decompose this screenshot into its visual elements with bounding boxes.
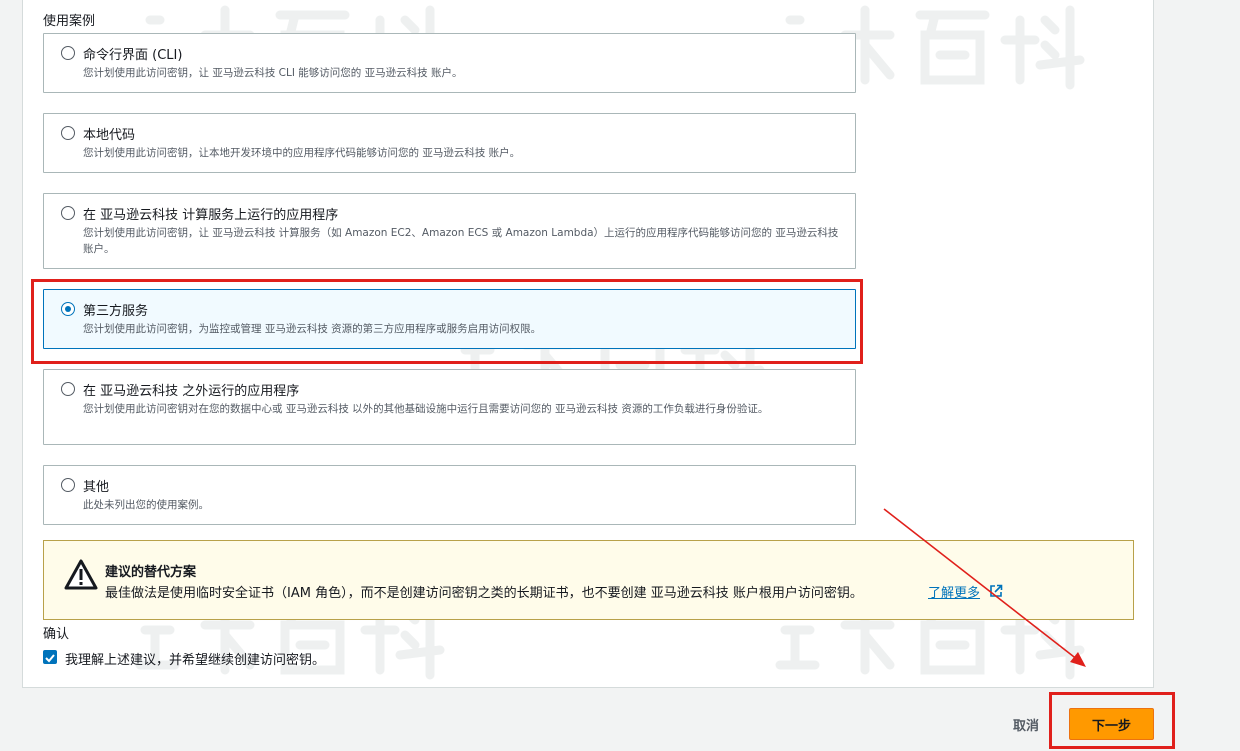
learn-more-link[interactable]: 了解更多 (928, 582, 980, 601)
option-title: 在 亚马逊云科技 之外运行的应用程序 (83, 384, 300, 399)
alert-text: 最佳做法是使用临时安全证书（IAM 角色），而不是创建访问密钥之类的长期证书，也… (105, 586, 863, 601)
warning-icon (64, 559, 98, 590)
radio-button[interactable] (61, 126, 75, 140)
option-compute-service[interactable]: 在 亚马逊云科技 计算服务上运行的应用程序 您计划使用此访问密钥，让 亚马逊云科… (43, 193, 856, 269)
option-description: 此处未列出您的使用案例。 (83, 499, 209, 511)
confirm-checkbox-label[interactable]: 我理解上述建议，并希望继续创建访问密钥。 (65, 649, 325, 668)
option-local-code[interactable]: 本地代码 您计划使用此访问密钥，让本地开发环境中的应用程序代码能够访问您的 亚马… (43, 113, 856, 173)
annotation-highlight-box (1049, 692, 1175, 749)
use-case-label: 使用案例 (43, 14, 96, 29)
radio-button[interactable] (61, 478, 75, 492)
option-description: 您计划使用此访问密钥对在您的数据中心或 亚马逊云科技 以外的其他基础设施中运行且… (83, 403, 769, 415)
confirm-checkbox[interactable] (43, 650, 57, 664)
option-cli[interactable]: 命令行界面 (CLI) 您计划使用此访问密钥，让 亚马逊云科技 CLI 能够访问… (43, 33, 856, 93)
option-description: 您计划使用此访问密钥，让本地开发环境中的应用程序代码能够访问您的 亚马逊云科技 … (83, 147, 521, 159)
radio-button[interactable] (61, 206, 75, 220)
checkmark-icon (45, 654, 55, 663)
option-description: 您计划使用此访问密钥，让 亚马逊云科技 计算服务（如 Amazon EC2、Am… (83, 227, 839, 255)
confirm-label: 确认 (43, 627, 70, 642)
external-link-icon[interactable] (989, 584, 1003, 598)
radio-button[interactable] (61, 382, 75, 396)
option-title: 在 亚马逊云科技 计算服务上运行的应用程序 (83, 208, 339, 223)
alert-title: 建议的替代方案 (105, 565, 197, 580)
radio-button[interactable] (61, 46, 75, 60)
option-title: 其他 (83, 480, 110, 495)
option-other[interactable]: 其他 此处未列出您的使用案例。 (43, 465, 856, 525)
annotation-highlight-box (31, 279, 863, 364)
option-description: 您计划使用此访问密钥，让 亚马逊云科技 CLI 能够访问您的 亚马逊云科技 账户… (83, 67, 463, 79)
alternative-recommendation-alert: 建议的替代方案 最佳做法是使用临时安全证书（IAM 角色），而不是创建访问密钥之… (43, 540, 1134, 620)
option-title: 命令行界面 (CLI) (83, 48, 183, 63)
option-title: 本地代码 (83, 128, 136, 143)
cancel-button[interactable]: 取消 (1000, 710, 1052, 738)
option-outside-app[interactable]: 在 亚马逊云科技 之外运行的应用程序 您计划使用此访问密钥对在您的数据中心或 亚… (43, 369, 856, 445)
